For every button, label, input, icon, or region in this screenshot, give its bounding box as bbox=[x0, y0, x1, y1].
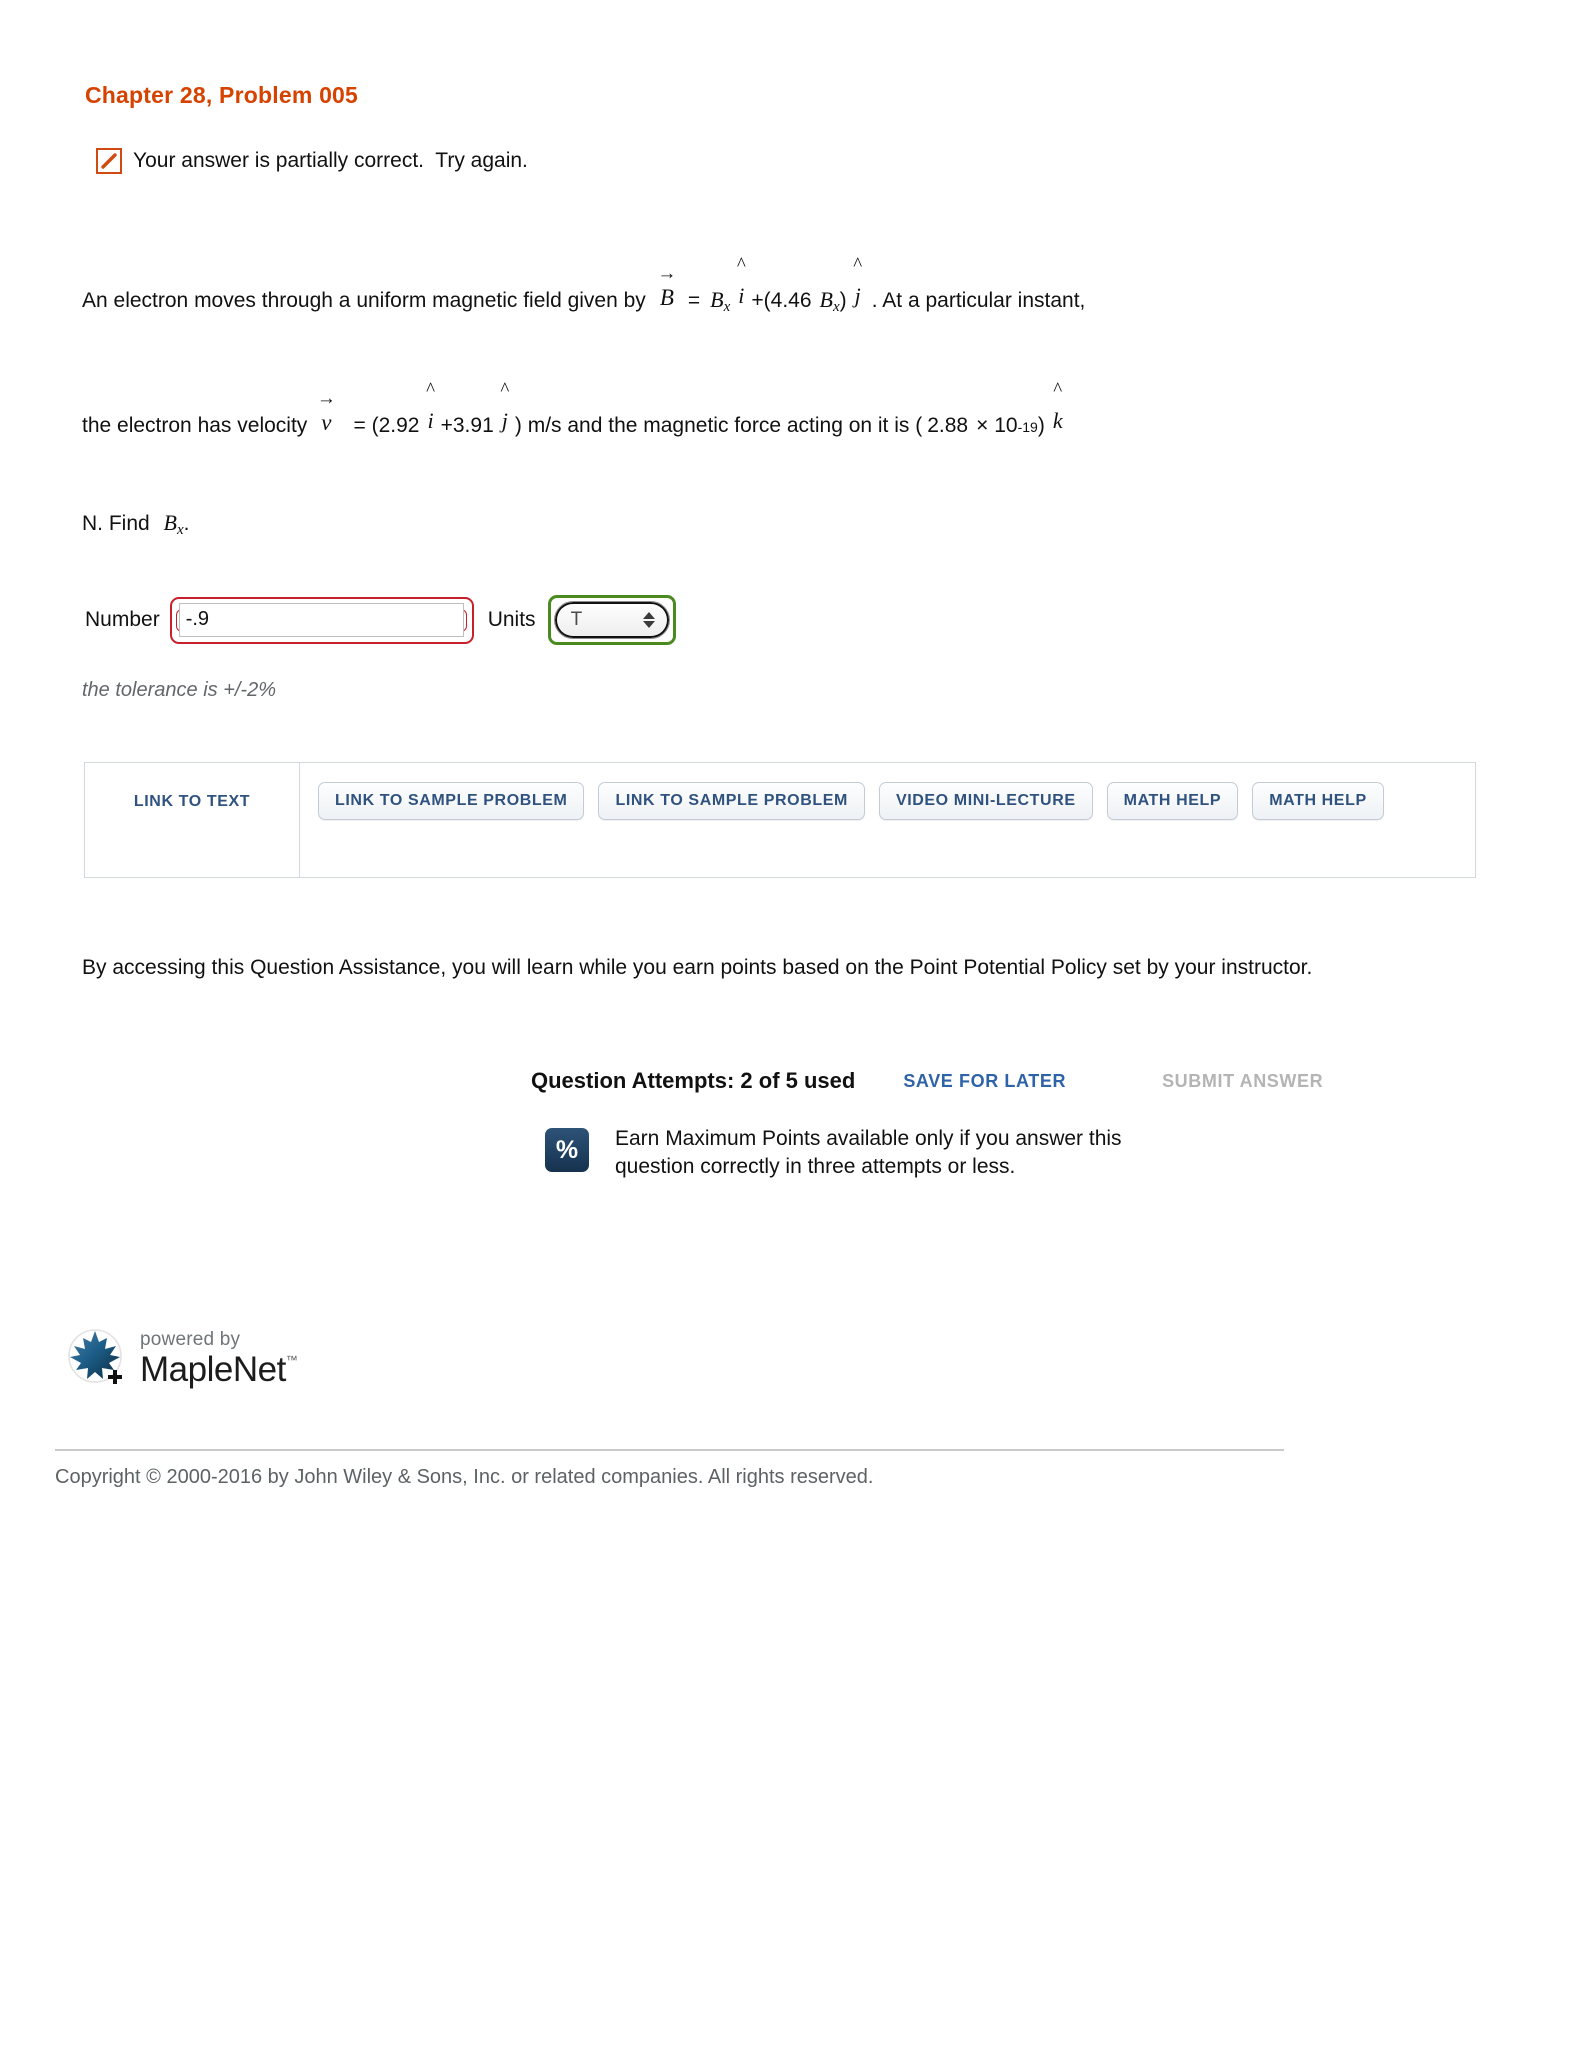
hat-accent-icon: ^ bbox=[426, 379, 436, 400]
hat-accent-icon: ^ bbox=[853, 254, 863, 275]
vector-arrow-icon: → bbox=[316, 388, 336, 409]
problem-page: Chapter 28, Problem 005 Your answer is p… bbox=[0, 0, 1581, 2046]
link-to-sample-problem-button-1[interactable]: LINK TO SAMPLE PROBLEM bbox=[318, 782, 585, 820]
coef-b-subscript: x bbox=[832, 299, 840, 315]
velocity-open: = ( bbox=[353, 414, 379, 437]
bx-letter: B bbox=[710, 287, 724, 312]
copyright-text: Copyright © 2000-2016 by John Wiley & So… bbox=[55, 1466, 874, 1488]
j-hat-symbol-1: ^ j bbox=[853, 255, 862, 308]
hat-accent-icon: ^ bbox=[736, 254, 746, 275]
math-help-button-1[interactable]: MATH HELP bbox=[1106, 782, 1239, 820]
i-letter-2: i bbox=[427, 408, 434, 433]
maplenet-branding: powered by MapleNet™ bbox=[62, 1325, 298, 1391]
units-field-success-outline: T bbox=[547, 595, 676, 645]
answer-status: Your answer is partially correct. Try ag… bbox=[96, 148, 528, 174]
bx-term: Bx bbox=[710, 289, 730, 315]
i-letter-1: i bbox=[738, 283, 745, 308]
submit-answer-button[interactable]: SUBMIT ANSWER bbox=[1162, 1071, 1323, 1092]
force-value: 2.88 bbox=[927, 414, 969, 437]
link-to-sample-problem-button-2[interactable]: LINK TO SAMPLE PROBLEM bbox=[598, 782, 865, 820]
status-text: Your answer is partially correct. Try ag… bbox=[133, 149, 528, 172]
question-attempts-label: Question Attempts: 2 of 5 used bbox=[531, 1068, 856, 1093]
number-field-error-outline bbox=[169, 596, 474, 644]
max-points-text: Earn Maximum Points available only if yo… bbox=[615, 1127, 1122, 1178]
question-assistance-panel: LINK TO TEXT LINK TO SAMPLE PROBLEM LINK… bbox=[84, 762, 1476, 878]
velocity-j-value: +3.91 bbox=[440, 414, 494, 437]
assistance-button-row: LINK TO SAMPLE PROBLEM LINK TO SAMPLE PR… bbox=[318, 782, 1475, 820]
bx-subscript: x bbox=[723, 299, 731, 315]
number-input[interactable] bbox=[178, 602, 464, 637]
footer-divider bbox=[55, 1449, 1284, 1451]
trademark-symbol: ™ bbox=[285, 1352, 298, 1367]
link-to-text-button[interactable]: LINK TO TEXT bbox=[134, 793, 250, 811]
number-field-inner-outline bbox=[175, 602, 467, 637]
max-points-note: % Earn Maximum Points available only if … bbox=[545, 1125, 1155, 1181]
field-symbol-letter: B bbox=[659, 285, 674, 310]
j-hat-symbol-2: ^ j bbox=[500, 380, 509, 433]
statement-line-3: N. Find Bx. bbox=[82, 512, 190, 538]
close-paren-1: ) bbox=[839, 289, 847, 312]
maplenet-word: MapleNet bbox=[140, 1349, 286, 1389]
page-title: Chapter 28, Problem 005 bbox=[85, 82, 359, 108]
units-label: Units bbox=[487, 608, 536, 631]
j-letter-2: j bbox=[501, 408, 508, 433]
tolerance-note: the tolerance is +/-2% bbox=[82, 679, 276, 701]
find-bx-term: Bx bbox=[163, 510, 184, 538]
k-hat-symbol: ^ k bbox=[1052, 380, 1063, 433]
chevron-up-icon[interactable] bbox=[642, 612, 655, 619]
vector-arrow-icon: → bbox=[657, 263, 677, 284]
find-b-subscript: x bbox=[176, 522, 184, 538]
powered-by-label: powered by bbox=[140, 1328, 241, 1350]
statement-text-1: An electron moves through a uniform magn… bbox=[82, 289, 646, 312]
chevron-down-icon[interactable] bbox=[642, 621, 655, 628]
statement-period: . bbox=[183, 512, 190, 535]
i-hat-symbol-2: ^ i bbox=[426, 380, 435, 433]
velocity-i-value: 2.92 bbox=[378, 414, 420, 437]
math-help-button-2[interactable]: MATH HELP bbox=[1252, 782, 1384, 820]
magnetic-field-vector-symbol: → B bbox=[657, 264, 676, 310]
assistance-left-column: LINK TO TEXT bbox=[85, 763, 300, 877]
percent-icon: % bbox=[545, 1128, 589, 1172]
units-stepper-icon[interactable] bbox=[642, 612, 655, 628]
k-letter: k bbox=[1052, 408, 1063, 433]
statement-text-1-after: . At a particular instant, bbox=[871, 289, 1086, 312]
hat-accent-icon: ^ bbox=[500, 379, 510, 400]
i-hat-symbol-1: ^ i bbox=[737, 255, 746, 308]
statement-line-2: the electron has velocity → v = ( 2.92 ^… bbox=[82, 380, 1070, 437]
force-exponent: -19 bbox=[1017, 419, 1038, 435]
point-policy-text: By accessing this Question Assistance, y… bbox=[82, 956, 1313, 979]
maple-leaf-icon bbox=[62, 1325, 128, 1391]
velocity-symbol-letter: v bbox=[321, 410, 332, 435]
partial-check-icon bbox=[96, 148, 122, 174]
j-letter-1: j bbox=[854, 283, 861, 308]
plus-open-paren: +( bbox=[751, 289, 771, 312]
equals-sign-1: = bbox=[687, 289, 701, 312]
coefficient-value: 4.46 bbox=[770, 289, 812, 312]
answer-entry-row: Number Units T bbox=[85, 595, 676, 645]
hat-accent-icon: ^ bbox=[1053, 379, 1063, 400]
maplenet-wordmark: powered by MapleNet™ bbox=[140, 1328, 298, 1389]
video-mini-lecture-button[interactable]: VIDEO MINI-LECTURE bbox=[878, 782, 1093, 820]
velocity-vector-symbol: → v bbox=[317, 389, 336, 435]
statement-line-1: An electron moves through a uniform magn… bbox=[82, 255, 1086, 315]
statement-text-2: the electron has velocity bbox=[82, 414, 308, 437]
find-b-letter: B bbox=[163, 510, 177, 535]
coefficient-bx-term: Bx bbox=[820, 289, 840, 315]
number-label: Number bbox=[85, 608, 160, 631]
force-times-ten: × 10 bbox=[976, 414, 1018, 437]
assistance-right-column: LINK TO SAMPLE PROBLEM LINK TO SAMPLE PR… bbox=[300, 763, 1475, 877]
coef-b-letter: B bbox=[819, 287, 833, 312]
save-for-later-button[interactable]: SAVE FOR LATER bbox=[903, 1071, 1066, 1092]
velocity-close-text: ) m/s and the magnetic force acting on i… bbox=[514, 414, 923, 437]
units-select[interactable]: T bbox=[553, 601, 670, 639]
attempts-action-row: Question Attempts: 2 of 5 used SAVE FOR … bbox=[531, 1068, 1323, 1094]
units-selected-value: T bbox=[570, 609, 583, 630]
force-close-paren: ) bbox=[1037, 414, 1045, 437]
statement-text-3: N. Find bbox=[82, 512, 150, 535]
maplenet-product-name: MapleNet™ bbox=[140, 1349, 298, 1389]
